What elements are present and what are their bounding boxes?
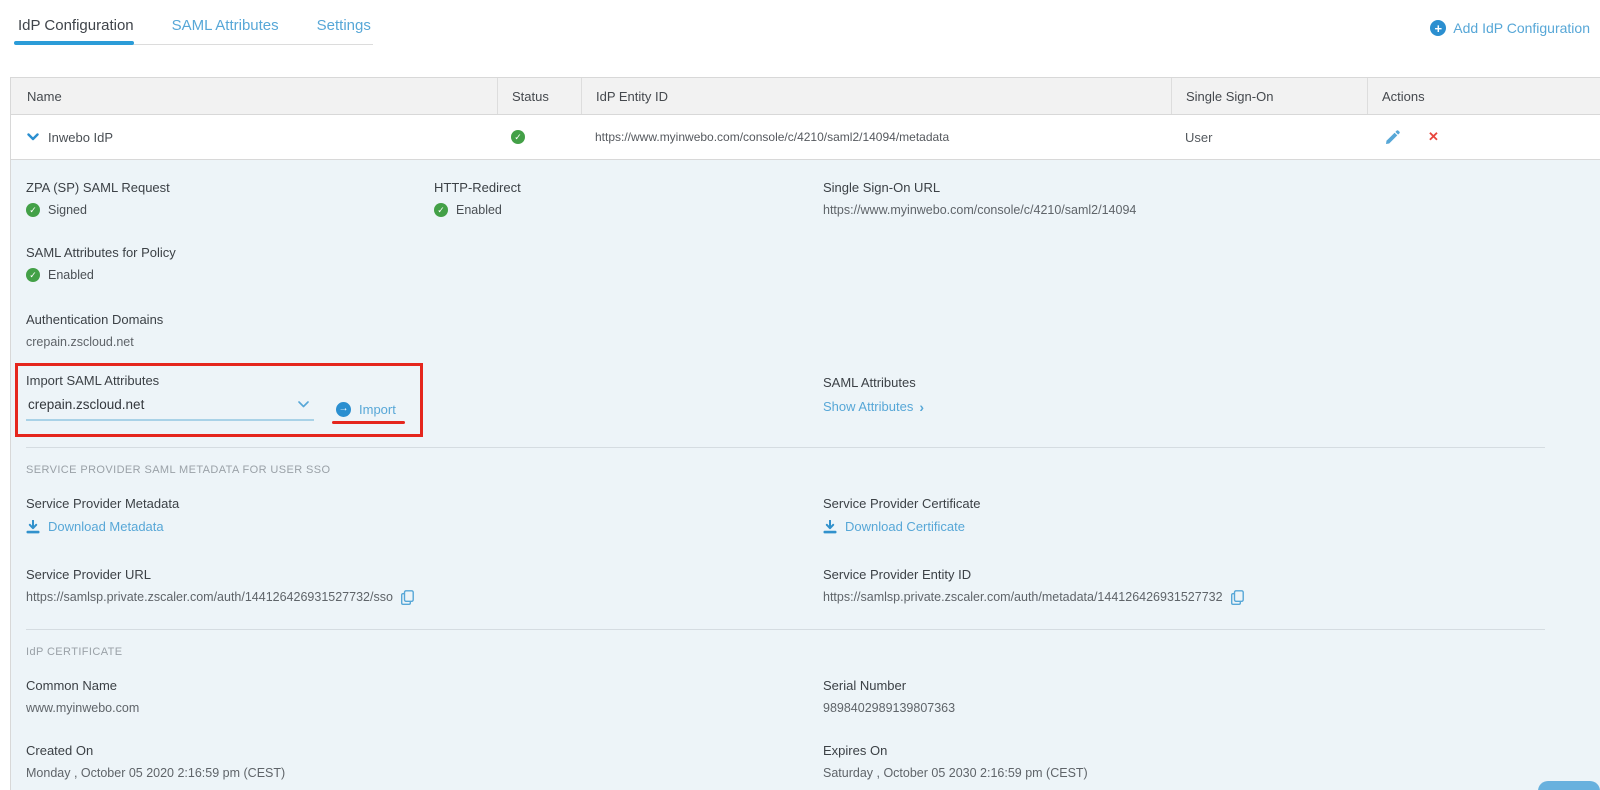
column-header-single-sign-on: Single Sign-On xyxy=(1171,78,1367,114)
show-attributes-link[interactable]: Show Attributes › xyxy=(823,399,924,415)
chevron-right-icon: › xyxy=(919,399,924,415)
column-header-actions: Actions xyxy=(1367,78,1600,114)
policy-enabled-check-icon: ✓ xyxy=(26,268,40,282)
enabled-check-icon: ✓ xyxy=(434,203,448,217)
tab-idp-configuration[interactable]: IdP Configuration xyxy=(16,14,136,44)
download-icon xyxy=(26,520,40,534)
copy-icon[interactable] xyxy=(1231,590,1244,605)
import-saml-attributes-label: Import SAML Attributes xyxy=(26,373,408,388)
table-header: Name Status IdP Entity ID Single Sign-On… xyxy=(11,78,1600,115)
column-header-idp-entity-id: IdP Entity ID xyxy=(581,78,1171,114)
add-idp-configuration-label: Add IdP Configuration xyxy=(1453,20,1590,36)
download-icon xyxy=(823,520,837,534)
download-certificate-label: Download Certificate xyxy=(845,519,965,534)
idp-entity-id-value: https://www.myinwebo.com/console/c/4210/… xyxy=(595,130,949,144)
authentication-domains-label: Authentication Domains xyxy=(26,312,434,327)
column-header-name: Name xyxy=(11,78,497,114)
tab-settings[interactable]: Settings xyxy=(315,14,373,44)
show-attributes-link-label: Show Attributes xyxy=(823,399,913,414)
section-divider xyxy=(26,447,1545,448)
import-annotation-box: Import SAML Attributes crepain.zscloud.n… xyxy=(15,363,423,437)
created-on-value: Monday , October 05 2020 2:16:59 pm (CES… xyxy=(26,766,823,780)
plus-circle-icon: + xyxy=(1430,20,1446,36)
idp-table: Name Status IdP Entity ID Single Sign-On… xyxy=(10,77,1600,790)
saml-attributes-label: SAML Attributes xyxy=(823,375,1600,390)
sp-section-title: SERVICE PROVIDER SAML METADATA FOR USER … xyxy=(26,464,1600,476)
import-domain-selected-value: crepain.zscloud.net xyxy=(28,397,144,412)
common-name-value: www.myinwebo.com xyxy=(26,701,823,715)
idp-details-panel: ZPA (SP) SAML Request ✓ Signed HTTP-Redi… xyxy=(11,159,1600,790)
zpa-sp-saml-request-label: ZPA (SP) SAML Request xyxy=(26,180,434,195)
common-name-label: Common Name xyxy=(26,678,823,693)
serial-number-label: Serial Number xyxy=(823,678,1600,693)
service-provider-entity-id-value: https://samlsp.private.zscaler.com/auth/… xyxy=(823,590,1223,604)
import-button-label: Import xyxy=(359,402,396,417)
import-domain-select[interactable]: crepain.zscloud.net xyxy=(26,397,314,421)
floating-action-button-partial[interactable] xyxy=(1538,781,1600,790)
expires-on-value: Saturday , October 05 2030 2:16:59 pm (C… xyxy=(823,766,1600,780)
single-sign-on-url-value: https://www.myinwebo.com/console/c/4210/… xyxy=(823,203,1600,217)
saml-attributes-for-policy-value: Enabled xyxy=(48,268,94,282)
zpa-sp-saml-request-value: Signed xyxy=(48,203,87,217)
http-redirect-label: HTTP-Redirect xyxy=(434,180,823,195)
collapse-chevron-icon[interactable] xyxy=(27,133,39,141)
table-row[interactable]: Inwebo IdP ✓ https://www.myinwebo.com/co… xyxy=(11,115,1600,159)
column-header-status: Status xyxy=(497,78,581,114)
edit-pencil-icon[interactable] xyxy=(1385,130,1400,145)
service-provider-certificate-label: Service Provider Certificate xyxy=(823,496,1600,511)
download-certificate-link[interactable]: Download Certificate xyxy=(823,519,965,534)
import-arrow-icon: → xyxy=(336,402,351,417)
tab-saml-attributes[interactable]: SAML Attributes xyxy=(170,14,281,44)
select-chevron-down-icon xyxy=(298,401,309,408)
single-sign-on-url-label: Single Sign-On URL xyxy=(823,180,1600,195)
expires-on-label: Expires On xyxy=(823,743,1600,758)
section-divider xyxy=(26,629,1545,630)
delete-x-icon[interactable]: ✕ xyxy=(1428,129,1439,145)
idp-name: Inwebo IdP xyxy=(48,130,113,145)
single-sign-on-value: User xyxy=(1185,130,1212,145)
serial-number-value: 9898402989139807363 xyxy=(823,701,1600,715)
download-metadata-link[interactable]: Download Metadata xyxy=(26,519,164,534)
service-provider-metadata-label: Service Provider Metadata xyxy=(26,496,823,511)
http-redirect-value: Enabled xyxy=(456,203,502,217)
saml-attributes-for-policy-label: SAML Attributes for Policy xyxy=(26,245,434,260)
status-enabled-icon: ✓ xyxy=(511,130,525,144)
add-idp-configuration-button[interactable]: + Add IdP Configuration xyxy=(1430,20,1590,36)
copy-icon[interactable] xyxy=(401,590,414,605)
signed-check-icon: ✓ xyxy=(26,203,40,217)
created-on-label: Created On xyxy=(26,743,823,758)
idp-certificate-section-title: IdP CERTIFICATE xyxy=(26,646,1600,658)
tab-bar: IdP Configuration SAML Attributes Settin… xyxy=(0,0,1600,45)
service-provider-url-label: Service Provider URL xyxy=(26,567,823,582)
import-button[interactable]: → Import xyxy=(336,402,396,417)
download-metadata-label: Download Metadata xyxy=(48,519,164,534)
service-provider-url-value: https://samlsp.private.zscaler.com/auth/… xyxy=(26,590,393,604)
authentication-domains-value: crepain.zscloud.net xyxy=(26,335,434,349)
service-provider-entity-id-label: Service Provider Entity ID xyxy=(823,567,1600,582)
